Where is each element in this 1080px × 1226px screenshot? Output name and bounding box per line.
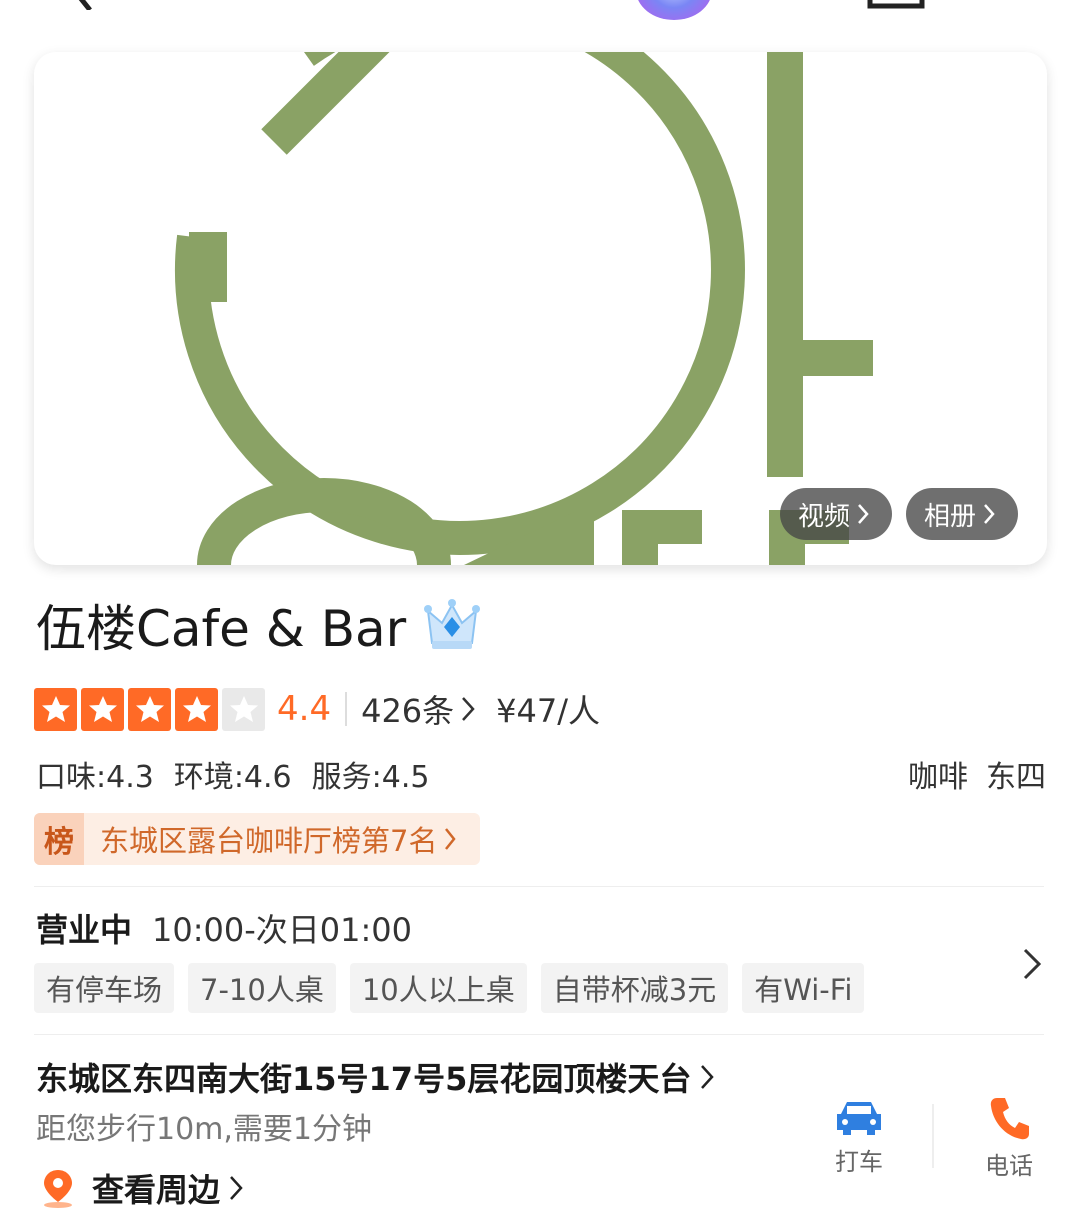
category[interactable]: 咖啡	[908, 752, 968, 796]
car-icon	[837, 1102, 881, 1135]
chevron-right-icon	[701, 1065, 715, 1089]
tag: 10人以上桌	[349, 963, 527, 1013]
chevron-right-icon	[445, 828, 457, 850]
top-bar	[0, 0, 1080, 40]
tag: 有Wi-Fi	[742, 963, 865, 1013]
chevron-right-icon	[858, 504, 869, 524]
location-pin-icon	[44, 1170, 72, 1208]
rating-score: 4.4	[277, 689, 332, 729]
walking-distance: 距您步行10m,需要1分钟	[36, 1112, 373, 1147]
phone-icon	[990, 1098, 1029, 1140]
star-rating	[34, 687, 265, 731]
divider	[932, 1104, 934, 1168]
star-empty-icon	[222, 687, 265, 731]
tag: 自带杯减3元	[540, 963, 729, 1013]
ai-orb-icon[interactable]	[636, 0, 712, 20]
subscore-taste: 口味:4.3	[36, 760, 154, 795]
video-button[interactable]: 视频	[780, 488, 892, 540]
album-button[interactable]: 相册	[906, 488, 1018, 540]
rank-icon: 榜	[34, 813, 84, 865]
shop-name: 伍楼Cafe & Bar	[36, 600, 407, 658]
review-count: 426条	[361, 692, 455, 730]
area[interactable]: 东四	[986, 752, 1046, 796]
phone-label: 电话	[985, 1152, 1033, 1180]
back-arrow-icon[interactable]	[60, 0, 100, 10]
hero-image[interactable]: 视频 相册	[34, 52, 1047, 565]
review-count-link[interactable]: 426条	[361, 686, 476, 732]
rank-text: 东城区露台咖啡厅榜第7名	[100, 824, 438, 858]
tag: 7-10人桌	[188, 963, 336, 1013]
cafe-logo-image	[175, 52, 873, 565]
subscores: 口味:4.3 环境:4.6 服务:4.5	[36, 752, 429, 796]
subscore-environment: 环境:4.6	[173, 760, 292, 795]
business-hours: 10:00-次日01:00	[152, 911, 413, 949]
chevron-right-icon	[462, 697, 475, 721]
open-status: 营业中	[36, 911, 133, 949]
ranking-badge[interactable]: 榜 东城区露台咖啡厅榜第7名	[34, 813, 480, 865]
star-filled-icon	[81, 687, 124, 731]
facility-tags[interactable]: 有停车场 7-10人桌 10人以上桌 自带杯减3元 有Wi-Fi	[34, 963, 865, 1013]
star-filled-icon	[175, 687, 218, 731]
star-icon[interactable]	[752, 0, 812, 12]
star-filled-icon	[34, 687, 77, 731]
phone-button[interactable]: 电话	[974, 1094, 1044, 1181]
divider	[34, 1034, 1044, 1035]
taxi-label: 打车	[835, 1148, 883, 1176]
chevron-right-icon[interactable]	[1020, 946, 1044, 982]
nearby-label: 查看周边	[92, 1171, 221, 1209]
address: 东城区东四南大街15号17号5层花园顶楼天台	[36, 1060, 692, 1098]
video-label: 视频	[798, 501, 851, 532]
shop-title-row: 伍楼Cafe & Bar	[36, 590, 482, 660]
crown-icon[interactable]	[422, 597, 482, 653]
rank-text-wrap: 东城区露台咖啡厅榜第7名	[100, 818, 457, 860]
star-filled-icon	[128, 687, 171, 731]
chevron-right-icon	[230, 1176, 243, 1200]
nearby-link[interactable]: 查看周边	[40, 1164, 244, 1212]
subscore-service: 服务:4.5	[311, 760, 430, 795]
category-area: 咖啡 东四	[908, 752, 1046, 796]
divider	[345, 692, 348, 726]
taxi-button[interactable]: 打车	[824, 1098, 894, 1177]
rating-row: 4.4 426条 ¥47/人	[34, 686, 600, 732]
share-icon[interactable]	[866, 0, 926, 10]
address-link[interactable]: 东城区东四南大街15号17号5层花园顶楼天台	[36, 1054, 715, 1100]
chevron-right-icon	[984, 504, 995, 524]
album-label: 相册	[924, 501, 977, 532]
nearby-label-wrap: 查看周边	[92, 1165, 244, 1211]
divider	[34, 886, 1044, 887]
tag: 有停车场	[34, 963, 175, 1013]
hours-row[interactable]: 营业中 10:00-次日01:00	[36, 904, 412, 952]
avg-price: ¥47/人	[496, 692, 601, 730]
